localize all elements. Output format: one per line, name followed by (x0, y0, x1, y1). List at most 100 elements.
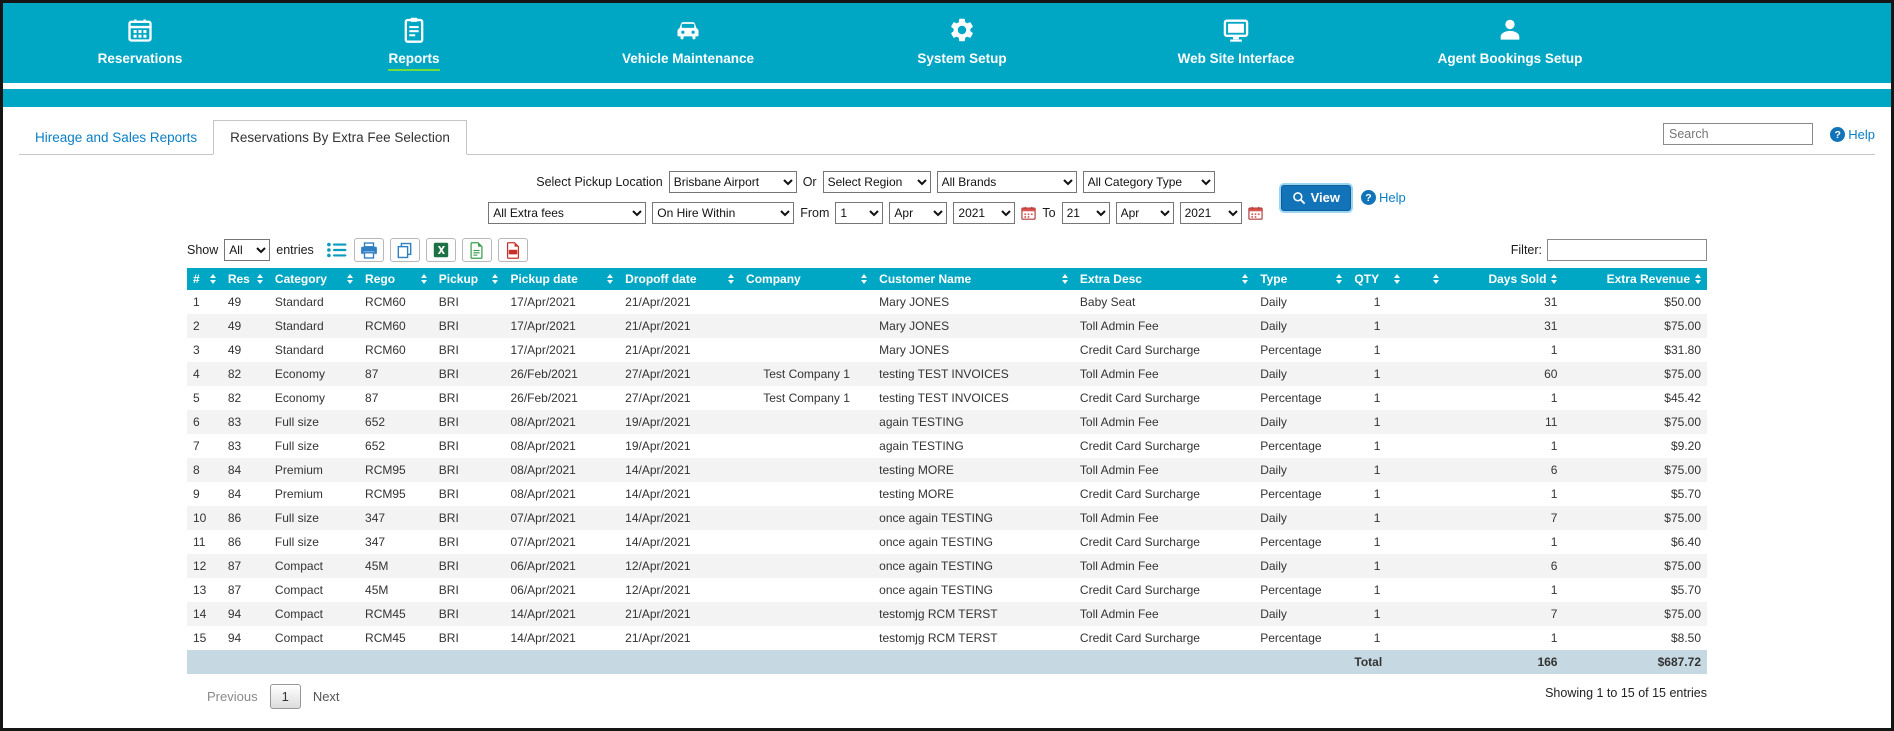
column-header-res[interactable]: Res (221, 268, 269, 290)
res-number-link[interactable]: 94 (222, 626, 269, 650)
res-number-link[interactable]: 86 (221, 506, 269, 530)
res-number-link[interactable]: 49 (221, 314, 269, 338)
sort-icon[interactable] (861, 274, 868, 284)
column-header-label: Dropoff date (625, 272, 697, 286)
copy-button[interactable] (389, 238, 420, 262)
column-header--[interactable]: # (187, 268, 222, 290)
hire-within-select[interactable]: On Hire Within (652, 202, 795, 224)
sort-icon[interactable] (420, 274, 427, 284)
column-header-extra-revenue[interactable]: Extra Revenue (1563, 268, 1707, 290)
to-day-select[interactable]: 21 (1061, 202, 1110, 224)
from-day-select[interactable]: 1 (835, 202, 884, 224)
nav-item-web-site-interface[interactable]: Web Site Interface (1099, 3, 1373, 83)
show-entries-select[interactable]: All (224, 239, 271, 261)
column-header-dropoff-date[interactable]: Dropoff date (619, 268, 741, 290)
extra-fees-select[interactable]: All Extra fees (488, 202, 647, 224)
from-year-select[interactable]: 2021 (953, 202, 1016, 224)
help-link-filters[interactable]: ? Help (1361, 190, 1406, 205)
column-header-blank[interactable] (1405, 268, 1445, 290)
sort-icon[interactable] (347, 274, 354, 284)
res-number-link[interactable]: 87 (221, 554, 269, 578)
export-pdf-button[interactable] (497, 238, 528, 262)
pickup-location-select[interactable]: Brisbane Airport (668, 171, 797, 193)
column-visibility-list-icon[interactable] (326, 241, 348, 259)
column-header-customer-name[interactable]: Customer Name (873, 268, 1074, 290)
column-header-label: Pickup date (510, 272, 578, 286)
sort-icon[interactable] (1695, 274, 1701, 284)
category-type-select[interactable]: All Category Type (1082, 171, 1215, 193)
help-link-top[interactable]: ? Help (1830, 127, 1875, 142)
res-number-link[interactable]: 84 (221, 458, 269, 482)
sort-icon[interactable] (1336, 274, 1343, 284)
column-header-pickup[interactable]: Pickup (432, 268, 505, 290)
sort-icon[interactable] (209, 274, 216, 284)
table-row: 7 83 Full size 652 BRI 08/Apr/2021 19/Apr/2021… (187, 434, 1707, 458)
column-header-rego[interactable]: Rego (359, 268, 433, 290)
table-cell (1405, 314, 1445, 338)
res-number-link[interactable]: 94 (221, 602, 269, 626)
column-header-type[interactable]: Type (1254, 268, 1349, 290)
res-number-link[interactable]: 83 (222, 434, 269, 458)
res-number-link[interactable]: 87 (222, 578, 269, 602)
column-header-pickup-date[interactable]: Pickup date (504, 268, 620, 290)
sort-icon[interactable] (728, 274, 735, 284)
sort-icon[interactable] (1432, 274, 1439, 284)
search-input[interactable] (1663, 123, 1813, 145)
nav-item-reservations[interactable]: Reservations (3, 3, 277, 83)
column-header-qty[interactable]: QTY (1348, 268, 1406, 290)
from-month-select[interactable]: Apr (889, 202, 948, 224)
sort-icon[interactable] (256, 274, 263, 284)
to-month-select[interactable]: Apr (1115, 202, 1174, 224)
total-empty-cell (221, 650, 269, 674)
page-number-button[interactable]: 1 (269, 684, 301, 709)
table-cell: $75.00 (1563, 602, 1707, 626)
nav-label-agent-bookings-setup: Agent Bookings Setup (1437, 50, 1583, 66)
table-cell: 31 (1444, 314, 1564, 338)
res-number-link[interactable]: 82 (222, 386, 269, 410)
nav-item-agent-bookings-setup[interactable]: Agent Bookings Setup (1373, 3, 1647, 83)
nav-item-system-setup[interactable]: System Setup (825, 3, 1099, 83)
previous-page-button[interactable]: Previous (201, 685, 264, 708)
to-year-select[interactable]: 2021 (1179, 202, 1242, 224)
column-header-company[interactable]: Company (740, 268, 874, 290)
table-cell: $31.80 (1664, 343, 1701, 357)
table-cell: Full size (268, 410, 360, 434)
table-cell: 1 (1373, 631, 1381, 645)
sort-icon[interactable] (1551, 274, 1558, 284)
export-excel-button[interactable] (425, 238, 456, 262)
from-date-calendar-icon[interactable] (1021, 206, 1037, 220)
nav-item-reports[interactable]: Reports (277, 3, 551, 83)
res-number-link[interactable]: 83 (221, 410, 269, 434)
res-number-link[interactable]: 49 (222, 338, 269, 362)
table-cell: BRI (432, 602, 505, 626)
region-select[interactable]: Select Region (822, 171, 931, 193)
table-cell: Economy (268, 362, 360, 386)
sort-icon[interactable] (1061, 274, 1068, 284)
next-page-button[interactable]: Next (307, 685, 346, 708)
res-number-link[interactable]: 82 (221, 362, 269, 386)
tab-hireage-and-sales-reports[interactable]: Hireage and Sales Reports (19, 121, 213, 154)
column-header-label: Rego (365, 272, 396, 286)
table-cell: BRI (432, 314, 505, 338)
sort-icon[interactable] (607, 274, 614, 284)
res-number-link[interactable]: 49 (222, 290, 269, 314)
res-number-link[interactable]: 86 (222, 530, 269, 554)
brands-select[interactable]: All Brands (936, 171, 1077, 193)
sort-icon[interactable] (1242, 274, 1249, 284)
table-filter-input[interactable] (1547, 239, 1707, 261)
export-csv-button[interactable] (461, 238, 492, 262)
res-number-link[interactable]: 84 (222, 482, 269, 506)
print-button[interactable] (353, 238, 384, 262)
to-date-calendar-icon[interactable] (1247, 206, 1263, 220)
tab-reservations-by-extra-fee-selection[interactable]: Reservations By Extra Fee Selection (213, 120, 467, 155)
view-button[interactable]: View (1280, 184, 1351, 211)
column-header-category[interactable]: Category (268, 268, 360, 290)
sort-icon[interactable] (1393, 274, 1400, 284)
sort-icon[interactable] (492, 274, 499, 284)
table-cell: 17/Apr/2021 (510, 343, 576, 357)
table-cell: 4 (187, 362, 222, 386)
nav-item-vehicle-maintenance[interactable]: Vehicle Maintenance (551, 3, 825, 83)
table-cell: Compact (274, 631, 323, 645)
column-header-extra-desc[interactable]: Extra Desc (1073, 268, 1255, 290)
column-header-days-sold[interactable]: Days Sold (1444, 268, 1564, 290)
